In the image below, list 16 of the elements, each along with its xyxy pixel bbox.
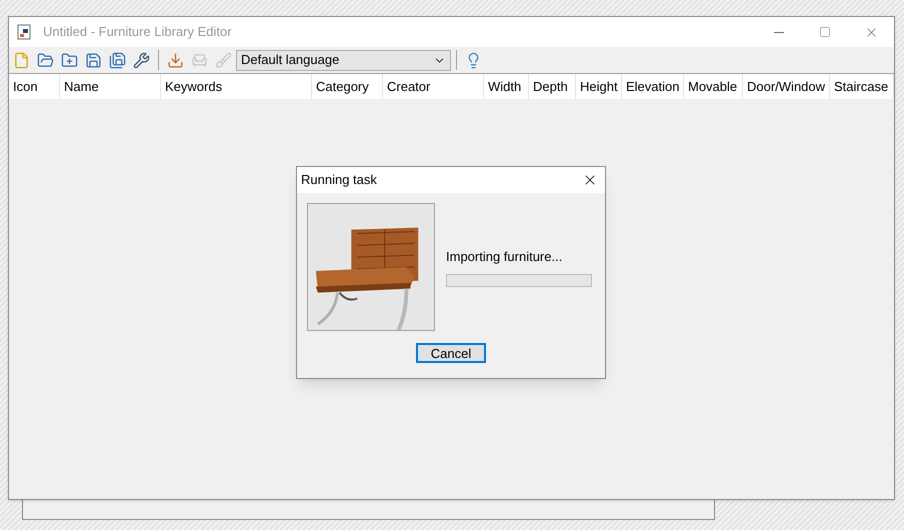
dialog-title: Running task: [301, 171, 377, 190]
save-icon: [85, 52, 102, 68]
chair-icon: [191, 52, 208, 68]
window-title: Untitled - Furniture Library Editor: [43, 23, 232, 42]
language-dropdown[interactable]: Default language: [236, 50, 451, 70]
save-all-icon: [109, 52, 126, 68]
open-folder-icon: [37, 52, 54, 68]
download-icon: [167, 52, 184, 68]
status-message: Importing furniture...: [446, 248, 564, 266]
folder-plus-icon: [61, 52, 78, 68]
new-file-icon: [13, 52, 30, 68]
document-icon: [17, 24, 31, 40]
brush-icon: [215, 52, 232, 68]
maximize-icon: [819, 26, 831, 38]
wrench-icon: [133, 52, 150, 68]
cancel-button[interactable]: Cancel: [416, 343, 486, 363]
